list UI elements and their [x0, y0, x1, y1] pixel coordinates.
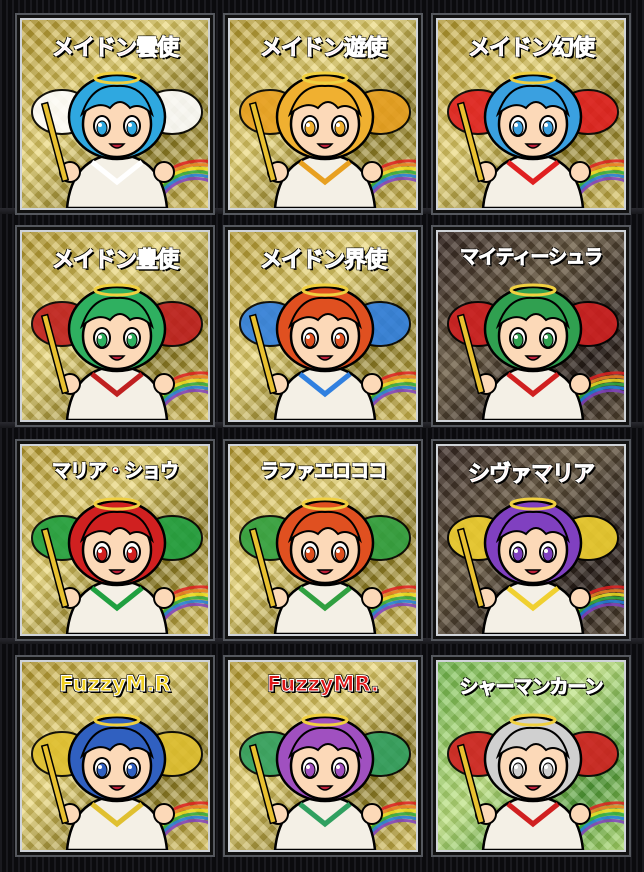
- sticker-card: メイドン幻使: [436, 18, 626, 210]
- sticker-sheet: メイドン雲使 メイドン遊使 メイドン幻使メイドン豊使 メイドン界使 マイティーシュラマリ…: [0, 0, 644, 872]
- character-illustration: [230, 62, 416, 208]
- sticker-card: マイティーシュラ: [436, 230, 626, 422]
- sticker-title: FuzzyMR.: [267, 672, 380, 697]
- sticker-card: ラファエロココ: [228, 444, 418, 636]
- character-illustration: [230, 274, 416, 420]
- sticker-card: メイドン界使: [228, 230, 418, 422]
- sticker-title: メイドン豊使: [51, 248, 179, 274]
- character-illustration: [22, 62, 208, 208]
- sticker-card: マリア・ショウ: [20, 444, 210, 636]
- sticker-title: メイドン遊使: [259, 36, 387, 62]
- sticker-card: FuzzyMR.: [228, 660, 418, 852]
- sticker-title: マリア・ショウ: [51, 460, 179, 483]
- sleeve-divider: [0, 422, 644, 428]
- character-illustration: [438, 704, 624, 850]
- sticker-title: メイドン幻使: [467, 36, 595, 62]
- character-illustration: [230, 704, 416, 850]
- sticker-card: メイドン雲使: [20, 18, 210, 210]
- character-illustration: [438, 62, 624, 208]
- character-illustration: [438, 488, 624, 634]
- sticker-card: シャーマンカーン: [436, 660, 626, 852]
- sticker-title: メイドン雲使: [51, 36, 179, 62]
- character-illustration: [22, 488, 208, 634]
- character-illustration: [438, 274, 624, 420]
- character-illustration: [22, 704, 208, 850]
- sticker-title: ラファエロココ: [259, 460, 387, 483]
- sticker-card: FuzzyM.R: [20, 660, 210, 852]
- character-illustration: [230, 488, 416, 634]
- sleeve-divider: [0, 638, 644, 644]
- sticker-card: メイドン遊使: [228, 18, 418, 210]
- sticker-title: FuzzyM.R: [59, 672, 171, 697]
- sticker-card: メイドン豊使: [20, 230, 210, 422]
- sticker-title: メイドン界使: [259, 248, 387, 274]
- sticker-title: シャーマンカーン: [459, 676, 604, 699]
- sticker-title: シヴァマリア: [467, 462, 595, 488]
- sticker-card: シヴァマリア: [436, 444, 626, 636]
- sticker-title: マイティーシュラ: [459, 246, 603, 269]
- character-illustration: [22, 274, 208, 420]
